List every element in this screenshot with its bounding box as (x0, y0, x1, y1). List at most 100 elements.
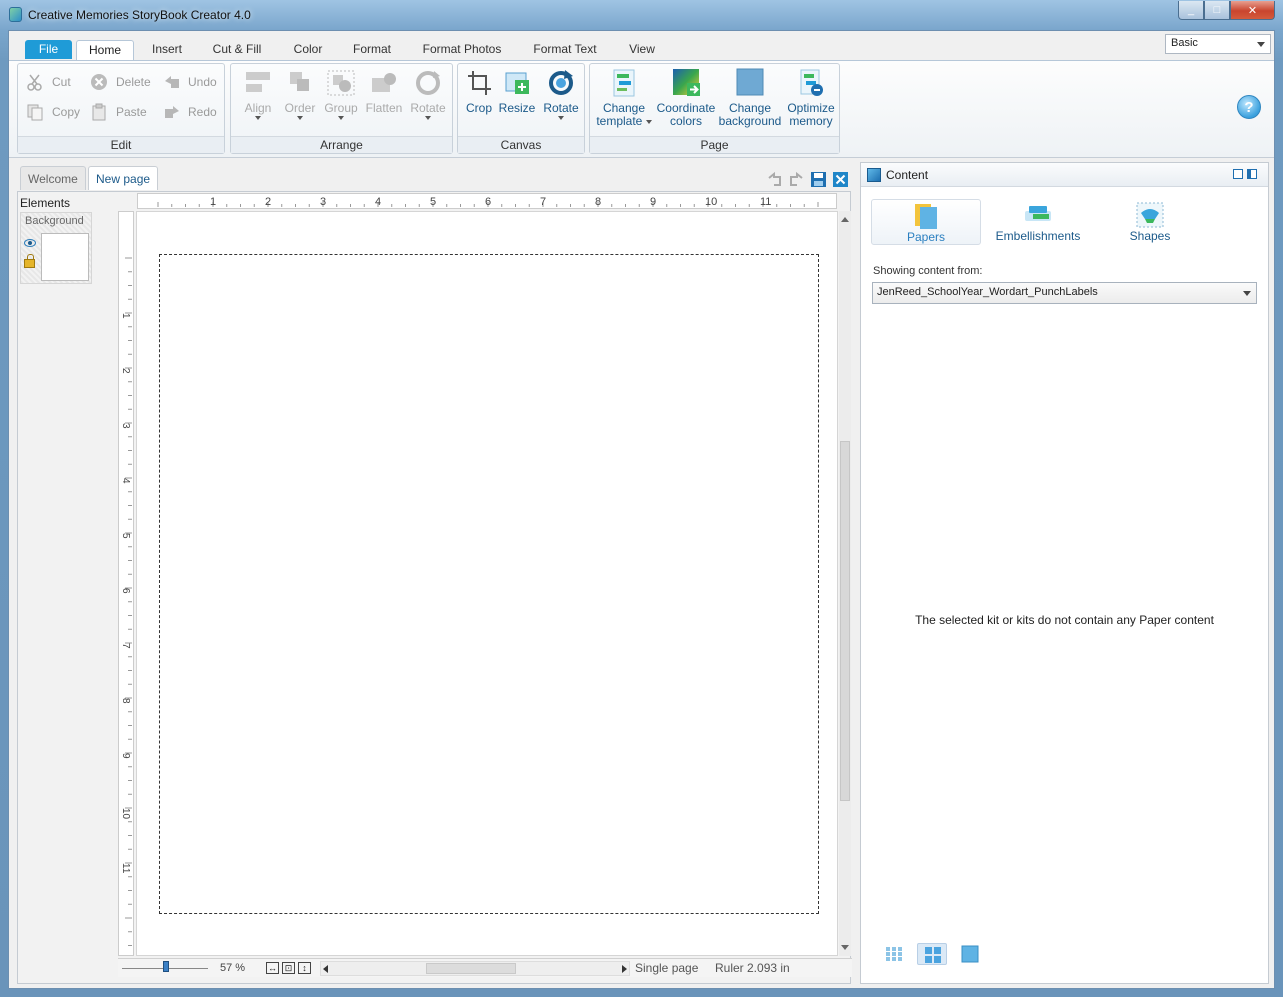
tab-home[interactable]: Home (76, 40, 134, 60)
kit-dropdown[interactable]: JenReed_SchoolYear_Wordart_PunchLabels (872, 282, 1257, 304)
template-icon (610, 68, 638, 98)
copy-button[interactable]: Copy (26, 100, 80, 124)
ruler-label: 11 (120, 863, 131, 874)
help-button[interactable]: ? (1237, 95, 1261, 119)
ruler-label: 2 (120, 368, 131, 374)
order-button[interactable]: Order (283, 68, 317, 120)
tab-view[interactable]: View (621, 40, 663, 60)
scroll-up-icon[interactable] (841, 217, 849, 222)
undo-icon (162, 73, 180, 91)
mode-dropdown[interactable]: Basic (1165, 34, 1271, 54)
page-group: Change template Coordinate colors Change… (589, 63, 840, 154)
lock-icon[interactable] (24, 254, 35, 268)
tab-color[interactable]: Color (285, 40, 331, 60)
maximize-panel-icon[interactable] (1247, 169, 1257, 179)
close-button[interactable]: ✕ (1230, 1, 1275, 20)
ruler-label: 1 (120, 313, 131, 319)
tab-file[interactable]: File (25, 40, 72, 59)
delete-button[interactable]: Delete (90, 70, 151, 94)
category-papers[interactable]: Papers (871, 199, 981, 245)
small-thumbnails-button[interactable] (879, 943, 909, 965)
crop-button[interactable]: Crop (462, 68, 496, 115)
ruler-label: 8 (120, 698, 131, 704)
close-page-icon[interactable] (832, 171, 849, 188)
rotate-icon (547, 68, 575, 98)
scroll-left-icon[interactable] (323, 965, 328, 973)
group-button[interactable]: Group (323, 68, 359, 120)
delete-label: Delete (116, 75, 151, 89)
empty-content-message: The selected kit or kits do not contain … (915, 613, 1214, 627)
change-template-label-2: template (596, 114, 643, 128)
tab-new-page[interactable]: New page (88, 166, 159, 190)
flatten-icon (370, 68, 398, 98)
arrange-rotate-label: Rotate (410, 101, 446, 115)
category-embellishments-label: Embellishments (995, 229, 1081, 243)
tab-insert[interactable]: Insert (142, 40, 192, 60)
arrange-group-label: Arrange (231, 136, 452, 153)
redo-button[interactable]: Redo (162, 100, 217, 124)
paste-button[interactable]: Paste (90, 100, 147, 124)
tab-format[interactable]: Format (345, 40, 399, 60)
page-canvas[interactable] (159, 254, 819, 914)
minimize-button[interactable]: _ (1178, 1, 1204, 20)
eye-icon[interactable] (24, 239, 36, 247)
fit-width-icon[interactable]: ↔ (266, 962, 279, 974)
ruler-label: 10 (705, 196, 717, 208)
change-template-button[interactable]: Change template (594, 68, 654, 128)
large-thumbnails-button[interactable] (955, 943, 985, 965)
zoom-slider-handle[interactable] (163, 961, 169, 972)
canvas-rotate-button[interactable]: Rotate (542, 68, 580, 120)
horizontal-ruler-ticks: 1 2 3 4 5 6 7 8 9 10 11 (157, 196, 819, 208)
ruler-label: 4 (120, 478, 131, 484)
change-background-button[interactable]: Change background (718, 68, 782, 128)
optimize-memory-button[interactable]: Optimize memory (784, 68, 838, 128)
elements-panel: Background (20, 212, 92, 284)
redo-page-icon[interactable] (788, 171, 805, 188)
fit-height-icon[interactable]: ↕ (298, 962, 311, 974)
horizontal-scrollbar[interactable] (320, 961, 630, 976)
delete-icon (90, 73, 108, 91)
save-icon[interactable] (810, 171, 827, 188)
resize-label: Resize (498, 101, 536, 115)
ruler-label: 5 (120, 533, 131, 539)
scroll-thumb[interactable] (840, 441, 850, 801)
tab-cut-fill[interactable]: Cut & Fill (205, 40, 269, 60)
flatten-button[interactable]: Flatten (365, 68, 403, 115)
crop-label: Crop (465, 101, 492, 115)
background-thumbnail[interactable] (41, 233, 89, 281)
order-icon (286, 68, 314, 98)
ruler-label: 7 (540, 196, 546, 208)
status-bar: 57 % ↔ ⊡ ↕ Single page Ruler 2.093 in (118, 958, 852, 977)
chevron-down-icon (1243, 291, 1251, 296)
scroll-down-icon[interactable] (841, 945, 849, 950)
cut-button[interactable]: Cut (26, 70, 71, 94)
fit-page-icon[interactable]: ⊡ (282, 962, 295, 974)
redo-label: Redo (188, 105, 217, 119)
undo-page-icon[interactable] (766, 171, 783, 188)
coordinate-colors-button[interactable]: Coordinate colors (656, 68, 716, 128)
vertical-ruler-ticks: 1 2 3 4 5 6 7 8 9 10 11 (120, 257, 132, 946)
vertical-scrollbar[interactable] (839, 211, 851, 956)
background-layer-label: Background (25, 215, 84, 227)
maximize-button[interactable]: □ (1204, 1, 1230, 20)
undo-button[interactable]: Undo (162, 70, 217, 94)
horizontal-scroll-thumb[interactable] (426, 963, 516, 974)
tab-format-photos[interactable]: Format Photos (415, 40, 509, 60)
tab-format-text[interactable]: Format Text (525, 40, 605, 60)
scroll-right-icon[interactable] (622, 965, 627, 973)
category-embellishments[interactable]: Embellishments (983, 199, 1093, 245)
canvas-group: Crop Resize Rotate Canvas (457, 63, 585, 154)
coordinate-colors-label-1: Coordinate (656, 101, 716, 115)
tab-welcome[interactable]: Welcome (20, 166, 86, 190)
restore-panel-icon[interactable] (1233, 169, 1243, 179)
resize-button[interactable]: Resize (498, 68, 536, 115)
content-icon (867, 168, 881, 182)
canvas-area (136, 211, 838, 956)
medium-thumbnails-button[interactable] (917, 943, 947, 965)
align-button[interactable]: Align (241, 68, 275, 120)
ruler-label: 5 (430, 196, 436, 208)
category-shapes[interactable]: Shapes (1095, 199, 1205, 245)
arrange-rotate-button[interactable]: Rotate (409, 68, 447, 120)
ruler-label: 2 (265, 196, 271, 208)
canvas-group-label: Canvas (458, 136, 584, 153)
